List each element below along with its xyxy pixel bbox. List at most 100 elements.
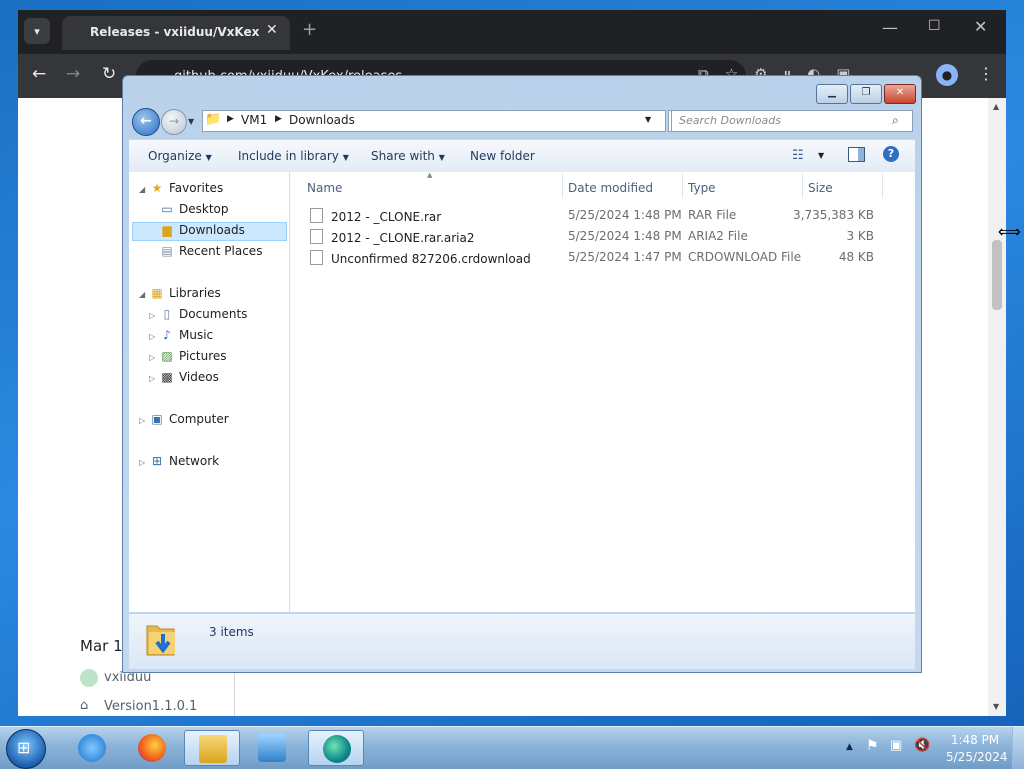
nav-network[interactable]: ▷ ⊞ Network xyxy=(139,454,219,468)
back-arrow-icon[interactable]: ← xyxy=(32,64,46,84)
expand-arrow-icon[interactable]: ◢ xyxy=(139,290,145,299)
scroll-up-icon[interactable]: ▲ xyxy=(993,102,999,111)
nav-favorites[interactable]: ◢ ★ Favorites xyxy=(139,181,223,195)
table-row[interactable]: 2012 - _CLONE.rar.aria2 5/25/2024 1:48 P… xyxy=(290,225,915,246)
breadcrumb-separator-icon[interactable]: ▶ xyxy=(275,114,282,124)
tab-close-icon[interactable]: ✕ xyxy=(266,22,278,38)
breadcrumb-separator-icon[interactable]: ▶ xyxy=(227,114,234,124)
tab-search-button[interactable]: ▾ xyxy=(24,18,50,44)
share-with-button[interactable]: Share with ▼ xyxy=(371,149,445,163)
close-button[interactable]: ✕ xyxy=(884,84,916,104)
navigation-pane: ◢ ★ Favorites ▭ Desktop ▆ Downloads ▤ Recent… xyxy=(129,172,290,612)
nav-downloads[interactable]: ▆ Downloads xyxy=(159,223,245,237)
table-row[interactable]: 2012 - _CLONE.rar 5/25/2024 1:48 PM RAR … xyxy=(290,204,915,225)
column-separator[interactable] xyxy=(562,174,563,198)
close-icon[interactable]: ✕ xyxy=(974,17,987,36)
minimize-button[interactable]: ▁ xyxy=(816,84,848,104)
view-options-icon[interactable]: ☷ xyxy=(792,148,804,163)
file-date: 5/25/2024 1:48 PM xyxy=(568,229,682,243)
browser-tab[interactable]: Releases - vxiiduu/VxKex ✕ xyxy=(62,16,290,50)
breadcrumb-vm1[interactable]: VM1 xyxy=(241,113,267,127)
menu-dots-icon[interactable]: ⋮ xyxy=(978,64,994,83)
column-separator[interactable] xyxy=(682,174,683,198)
back-button[interactable]: ← xyxy=(132,108,160,136)
organize-button[interactable]: Organize ▼ xyxy=(148,149,212,163)
page-scrollbar[interactable]: ▲ ▼ xyxy=(988,98,1006,716)
maximize-icon[interactable]: ☐ xyxy=(928,18,941,34)
start-button[interactable]: ⊞ xyxy=(6,729,46,769)
preview-pane-icon[interactable] xyxy=(848,147,865,162)
network-icon: ⊞ xyxy=(151,454,163,468)
nav-computer[interactable]: ▷ ▣ Computer xyxy=(139,412,229,426)
column-header-name[interactable]: Name xyxy=(307,181,342,195)
taskbar-ie-button[interactable] xyxy=(64,730,120,766)
action-center-flag-icon[interactable]: ⚑ xyxy=(866,738,879,754)
desktop-icon: ▭ xyxy=(161,202,173,216)
taskbar-media-player-button[interactable] xyxy=(244,730,300,766)
folder-icon xyxy=(199,735,227,763)
network-icon[interactable]: ▣ xyxy=(890,738,902,753)
show-hidden-icons[interactable]: ▲ xyxy=(846,742,853,752)
taskbar-explorer-button[interactable] xyxy=(184,730,240,766)
address-bar[interactable]: 📁 ▶ VM1 ▶ Downloads ▼ xyxy=(202,110,666,132)
expand-arrow-icon[interactable]: ▷ xyxy=(139,458,145,467)
forward-button[interactable]: → xyxy=(161,109,187,135)
taskbar-edge-button[interactable] xyxy=(308,730,364,766)
documents-icon: ▯ xyxy=(163,307,171,321)
file-name: 2012 - _CLONE.rar xyxy=(310,208,441,224)
file-type: RAR File xyxy=(688,208,737,222)
clock-time[interactable]: 1:48 PM xyxy=(950,733,1000,747)
help-icon[interactable]: ? xyxy=(883,146,899,162)
nav-pictures[interactable]: ▷ ▨ Pictures xyxy=(149,349,227,363)
nav-libraries[interactable]: ◢ ▦ Libraries xyxy=(139,286,221,300)
breadcrumb-downloads[interactable]: Downloads xyxy=(289,113,355,127)
taskbar-firefox-button[interactable] xyxy=(124,730,180,766)
recent-pages-icon[interactable]: ▼ xyxy=(188,117,194,126)
expand-arrow-icon[interactable]: ▷ xyxy=(149,332,155,341)
volume-muted-icon[interactable]: 🔇 xyxy=(914,738,930,753)
nav-videos[interactable]: ▷ ▩ Videos xyxy=(149,370,219,384)
file-type: ARIA2 File xyxy=(688,229,748,243)
scroll-down-icon[interactable]: ▼ xyxy=(993,702,999,711)
search-input[interactable]: Search Downloads ⌕ xyxy=(671,110,913,132)
chevron-down-icon[interactable]: ▼ xyxy=(645,115,651,124)
media-player-icon xyxy=(258,734,286,762)
nav-desktop[interactable]: ▭ Desktop xyxy=(159,202,228,216)
file-icon xyxy=(310,250,323,265)
search-icon[interactable]: ⌕ xyxy=(892,113,899,128)
expand-arrow-icon[interactable]: ◢ xyxy=(139,185,145,194)
column-separator[interactable] xyxy=(882,174,883,198)
expand-arrow-icon[interactable]: ▷ xyxy=(149,311,155,320)
reload-icon[interactable]: ↻ xyxy=(102,64,116,84)
nav-music[interactable]: ▷ ♪ Music xyxy=(149,328,213,342)
item-count: 3 items xyxy=(209,625,254,639)
column-separator[interactable] xyxy=(802,174,803,198)
file-date: 5/25/2024 1:48 PM xyxy=(568,208,682,222)
author-avatar[interactable] xyxy=(80,669,98,687)
clock-date[interactable]: 5/25/2024 xyxy=(946,750,1008,764)
include-in-library-button[interactable]: Include in library ▼ xyxy=(238,149,349,163)
scroll-thumb[interactable] xyxy=(992,240,1002,310)
new-folder-button[interactable]: New folder xyxy=(470,149,535,163)
file-icon xyxy=(310,208,323,223)
table-row[interactable]: Unconfirmed 827206.crdownload 5/25/2024 … xyxy=(290,246,915,267)
chevron-down-icon[interactable]: ▼ xyxy=(818,151,824,160)
nav-documents[interactable]: ▷ ▯ Documents xyxy=(149,307,247,321)
forward-arrow-icon[interactable]: → xyxy=(66,64,80,84)
profile-avatar-icon[interactable]: ● xyxy=(936,64,958,86)
column-header-size[interactable]: Size xyxy=(808,181,833,195)
expand-arrow-icon[interactable]: ▷ xyxy=(149,374,155,383)
computer-icon: ▣ xyxy=(151,412,163,426)
show-desktop-button[interactable] xyxy=(1012,727,1024,769)
music-icon: ♪ xyxy=(163,328,171,342)
column-header-type[interactable]: Type xyxy=(688,181,716,195)
maximize-button[interactable]: ❐ xyxy=(850,84,882,104)
column-header-date[interactable]: Date modified xyxy=(568,181,653,195)
expand-arrow-icon[interactable]: ▷ xyxy=(139,416,145,425)
minimize-icon[interactable]: — xyxy=(882,18,898,37)
expand-arrow-icon[interactable]: ▷ xyxy=(149,353,155,362)
tag-link[interactable]: Version1.1.0.1 xyxy=(104,699,197,714)
nav-recent-places[interactable]: ▤ Recent Places xyxy=(159,244,262,258)
file-size: 48 KB xyxy=(838,250,874,264)
new-tab-icon[interactable]: + xyxy=(302,19,317,40)
